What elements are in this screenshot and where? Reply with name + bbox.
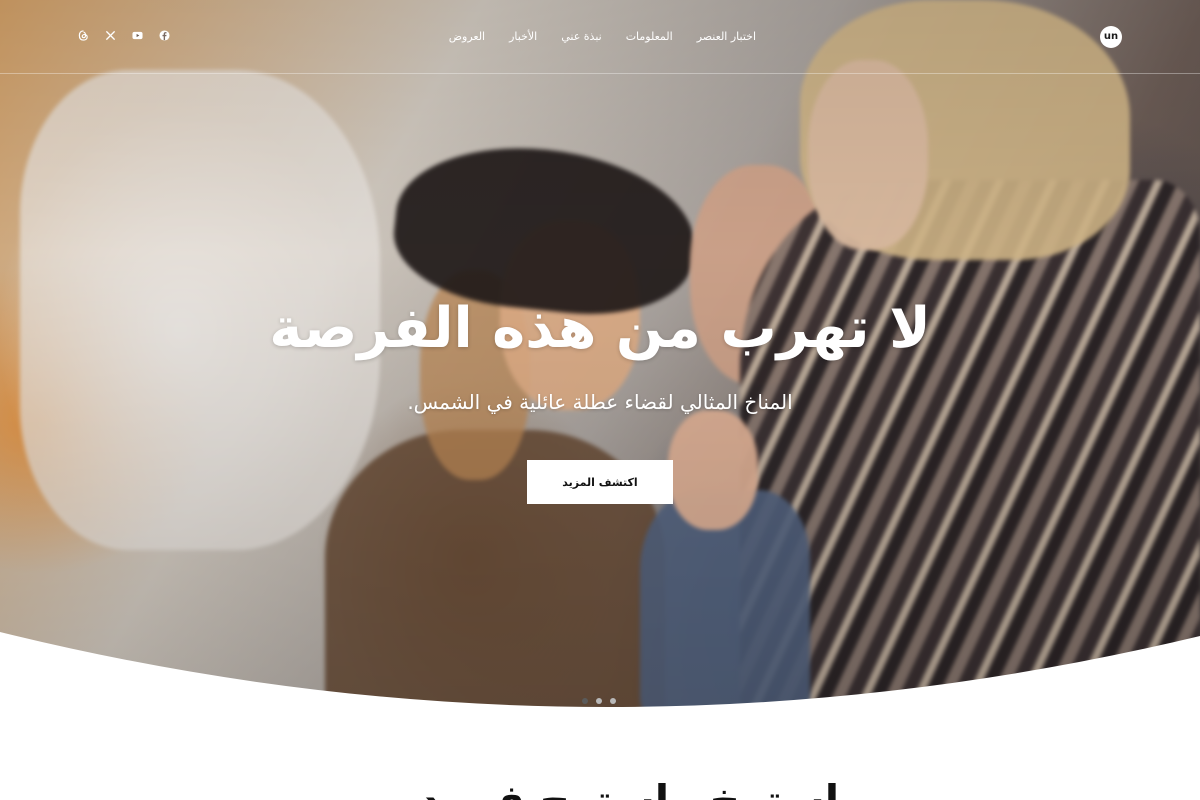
hero-subtitle: المناخ المثالي لقضاء عطلة عائلية في الشم… [407,390,793,414]
discover-more-button[interactable]: اكتشف المزيد [527,460,673,504]
youtube-icon[interactable] [132,30,143,41]
facebook-icon[interactable] [159,30,170,41]
threads-icon[interactable] [78,30,89,41]
nav-item-info[interactable]: المعلومات [626,30,673,43]
page: un اختبار العنصر المعلومات نبذة عني الأخ… [0,0,1200,800]
slider-dot-2[interactable] [596,698,602,704]
slider-pagination [582,698,616,704]
hero-slider: un اختبار العنصر المعلومات نبذة عني الأخ… [0,0,1200,720]
nav-item-about[interactable]: نبذة عني [561,30,601,43]
slider-dot-1[interactable] [582,698,588,704]
nav-item-news[interactable]: الأخبار [509,30,537,43]
slider-dot-3[interactable] [610,698,616,704]
x-icon[interactable] [105,30,116,41]
site-logo[interactable]: un [1100,26,1122,48]
top-navigation-bar: un اختبار العنصر المعلومات نبذة عني الأخ… [0,0,1200,74]
nav-item-element-test[interactable]: اختبار العنصر [697,30,756,43]
hero-title: لا تهرب من هذه الفرصة [269,296,931,361]
nav-item-offers[interactable]: العروض [449,30,485,43]
section-heading: استرخ واسترح في دبي [0,776,1200,800]
social-links [78,30,170,41]
main-nav: اختبار العنصر المعلومات نبذة عني الأخبار… [449,30,756,43]
